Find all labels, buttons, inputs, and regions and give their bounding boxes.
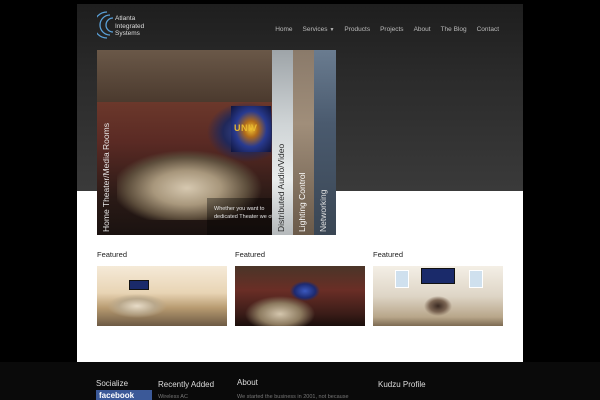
nav-services-label: Services <box>302 26 328 33</box>
slide-caption: Whether you want to dedicated Theater we… <box>214 206 273 220</box>
nav-contact[interactable]: Contact <box>477 26 499 33</box>
page-container: Atlanta Integrated Systems Home Services… <box>77 4 523 362</box>
featured-image-living-room[interactable] <box>97 266 227 326</box>
slide-tab-distributed-audio-video[interactable]: Distributed Audio/Video <box>272 50 293 235</box>
tv-icon <box>129 280 149 290</box>
slide-label: Home Theater/Media Rooms <box>101 123 111 232</box>
logo-line-1: Atlanta <box>115 15 136 22</box>
footer-socialize-title: Socialize <box>96 379 129 388</box>
featured-item: Featured <box>97 250 227 326</box>
caret-down-icon: ▼ <box>329 27 335 33</box>
slide-tab-label: Distributed Audio/Video <box>276 143 286 232</box>
footer-about-title: About <box>237 378 258 387</box>
nav-about[interactable]: About <box>414 26 431 33</box>
window-icon <box>469 270 483 288</box>
logo-text: Atlanta Integrated Systems <box>115 15 144 38</box>
accordion-slider: UNIV Whether you want to dedicated Theat… <box>97 50 336 235</box>
site-logo[interactable]: Atlanta Integrated Systems <box>97 10 177 40</box>
featured-title: Featured <box>373 250 404 259</box>
nav-the-blog[interactable]: The Blog <box>441 26 467 33</box>
window-icon <box>395 270 409 288</box>
featured-item: Featured <box>373 250 503 326</box>
footer-about-text: We started the business in 2001, not bec… <box>237 394 349 400</box>
tv-icon <box>421 268 455 284</box>
slide-tab-networking[interactable]: Networking <box>314 50 336 235</box>
slide-tab-lighting-control[interactable]: Lighting Control <box>293 50 314 235</box>
featured-image-family-room[interactable] <box>373 266 503 326</box>
slide-tab-label: Networking <box>318 189 328 232</box>
featured-title: Featured <box>97 250 128 259</box>
facebook-badge[interactable]: facebook <box>96 390 152 400</box>
footer-recently-added-title: Recently Added <box>158 380 215 389</box>
main-nav: Home Services ▼ Products Projects About T… <box>275 26 499 33</box>
logo-line-2: Integrated <box>115 22 145 30</box>
nav-products[interactable]: Products <box>344 26 370 33</box>
logo-line-3: Systems <box>115 30 140 37</box>
slide-home-theater[interactable]: UNIV Whether you want to dedicated Theat… <box>97 50 273 235</box>
slide-screen-text: UNIV <box>234 123 258 133</box>
nav-projects[interactable]: Projects <box>380 26 403 33</box>
site-footer: Socialize facebook Recently Added Wirele… <box>0 362 600 400</box>
footer-kudzu-title: Kudzu Profile <box>378 380 426 389</box>
footer-recently-added-item[interactable]: Wireless AC <box>158 394 188 400</box>
featured-item: Featured <box>235 250 365 326</box>
featured-title: Featured <box>235 250 266 259</box>
slide-tab-label: Lighting Control <box>297 172 307 232</box>
featured-image-home-theater[interactable] <box>235 266 365 326</box>
slide-ceiling <box>97 50 272 102</box>
nav-home[interactable]: Home <box>275 26 292 33</box>
nav-services[interactable]: Services ▼ <box>303 26 335 33</box>
